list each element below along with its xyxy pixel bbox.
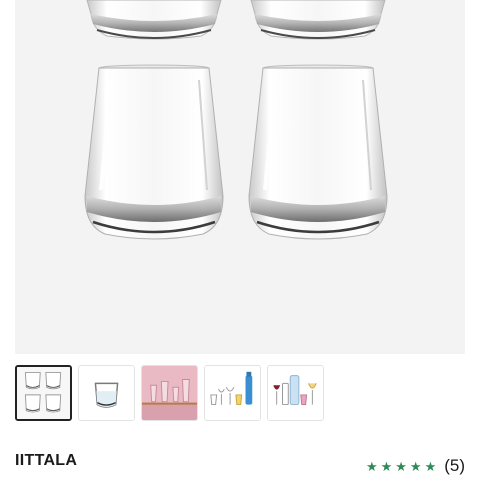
glass-bottom-right	[248, 64, 388, 240]
glass-top-right	[250, 0, 386, 40]
product-rating[interactable]: ★ ★ ★ ★ ★ (5)	[366, 456, 465, 476]
product-main-image[interactable]	[15, 0, 465, 354]
four-tumblers-thumbnail-icon	[17, 367, 70, 419]
thumbnail-pink-glasses[interactable]	[141, 365, 198, 421]
thumbnail-carafe-and-wine-glasses[interactable]	[267, 365, 324, 421]
thumbnail-single-tumbler[interactable]	[78, 365, 135, 421]
tumblers-illustration	[84, 0, 388, 240]
thumbnail-four-tumblers[interactable]	[15, 365, 72, 421]
star-icon: ★	[365, 458, 378, 474]
star-icon: ★	[395, 458, 407, 474]
carafe-and-wine-glasses-thumbnail-icon	[268, 366, 323, 420]
glass-top-left	[86, 0, 222, 40]
glass-bottom-left	[84, 64, 224, 240]
single-tumbler-thumbnail-icon	[79, 366, 134, 420]
star-icon: ★	[380, 458, 393, 474]
star-icon: ★	[409, 458, 422, 474]
pink-glasses-thumbnail-icon	[142, 366, 197, 420]
brand-name[interactable]: IITTALA	[15, 452, 77, 470]
review-count[interactable]: (5)	[444, 456, 465, 476]
product-page: IITTALA ★ ★ ★ ★ ★ (5)	[0, 0, 480, 480]
thumbnail-strip	[15, 365, 324, 423]
thumbnail-glass-collection[interactable]	[204, 365, 261, 421]
star-rating: ★ ★ ★ ★ ★	[366, 460, 436, 473]
glass-collection-thumbnail-icon	[205, 366, 260, 420]
star-icon: ★	[424, 458, 437, 474]
